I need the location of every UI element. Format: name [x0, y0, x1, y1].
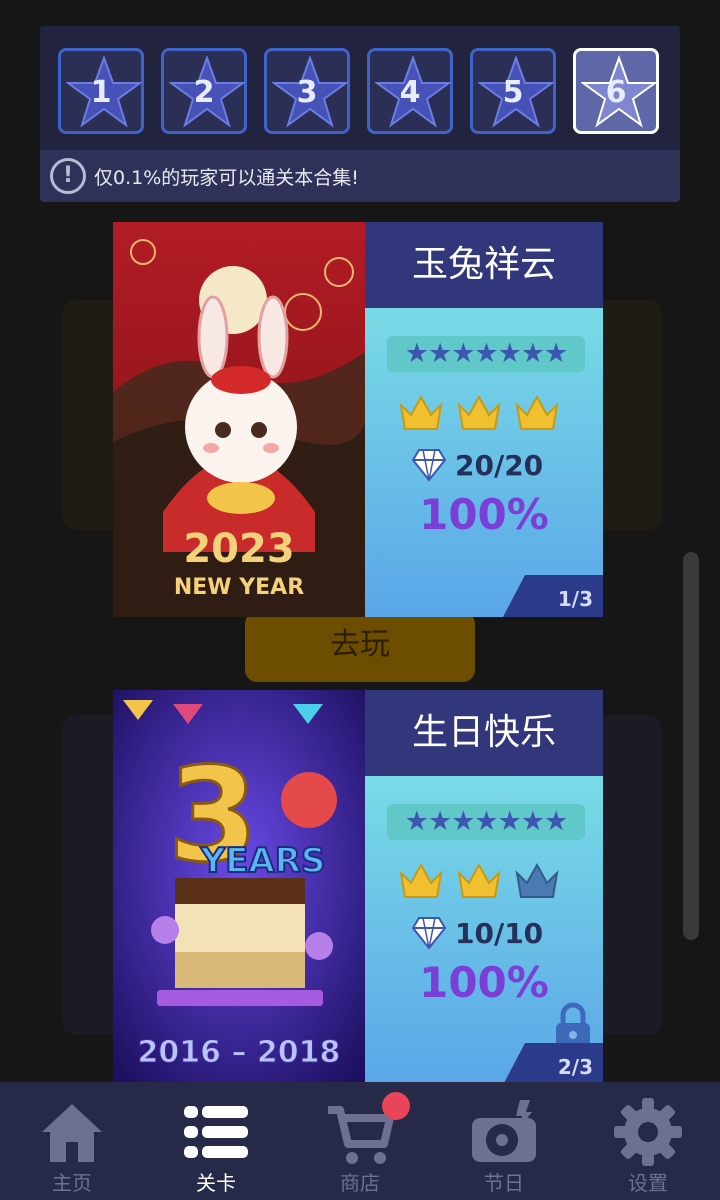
crown-row: [399, 861, 559, 901]
diamond-icon: [411, 449, 447, 482]
gem-count: 20/20: [455, 448, 544, 482]
background-play-button: 去玩: [245, 612, 475, 682]
level-info: 生日快乐 ★★★★★★★ 10/10 100% 2/3: [365, 690, 603, 1085]
nav-label: 关卡: [196, 1171, 236, 1195]
crown-icon: [399, 394, 443, 430]
art-year-text: 2023: [183, 526, 294, 572]
difficulty-stars: ★★★★★★★: [387, 804, 585, 840]
scrollbar[interactable]: [683, 552, 699, 940]
crown-icon: [515, 394, 559, 430]
notice-text: 仅0.1%的玩家可以通关本合集!: [94, 167, 359, 189]
art-caption-text: NEW YEAR: [174, 575, 304, 600]
crown-icon: [457, 394, 501, 430]
gem-row: 10/10: [411, 916, 543, 950]
pack-tab-1[interactable]: 1: [58, 48, 144, 134]
bottom-nav: 主页 关卡 商店 节日 设置: [0, 1082, 720, 1200]
nav-item-shop[interactable]: 商店: [288, 1082, 432, 1200]
pack-tab-2[interactable]: 2: [161, 48, 247, 134]
nav-item-festival[interactable]: 节日: [432, 1082, 576, 1200]
pack-tab-label: 3: [296, 75, 318, 110]
rabbit-new-year-artwork: 2023 NEW YEAR: [113, 222, 365, 617]
difficulty-stars: ★★★★★★★: [387, 336, 585, 372]
nav-label: 主页: [52, 1171, 92, 1195]
level-title: 生日快乐: [365, 690, 603, 776]
pack-tab-label: 4: [399, 75, 421, 110]
art-years-text: YEARS: [200, 841, 326, 881]
gear-icon: [614, 1098, 682, 1166]
crown-row: [399, 393, 559, 433]
pack-tab-label: 5: [502, 75, 524, 110]
list-icon: [184, 1106, 248, 1158]
exclamation-circle-icon: !: [50, 158, 86, 194]
nav-label: 节日: [484, 1171, 524, 1195]
record-player-icon: [472, 1100, 536, 1162]
pack-tab-6[interactable]: 6: [573, 48, 659, 134]
page-label: 1/3: [557, 587, 593, 611]
notice-bar: ! 仅0.1%的玩家可以通关本合集!: [40, 150, 680, 202]
nav-item-home[interactable]: 主页: [0, 1082, 144, 1200]
level-card[interactable]: 3 YEARS 2016 – 2018 生日快乐 ★★★★★★★ 10/10 1…: [113, 690, 603, 1085]
nav-item-settings[interactable]: 设置: [576, 1082, 720, 1200]
diamond-icon: [411, 917, 447, 950]
completion-percent: 100%: [419, 958, 549, 1007]
pack-selector-panel: 1 2 3 4 5 6 ! 仅0.1%的玩家可以通关本合集!: [40, 26, 680, 202]
notification-badge: [382, 1092, 410, 1120]
pack-tabs: 1 2 3 4 5 6: [58, 48, 659, 134]
nav-item-levels[interactable]: 关卡: [144, 1082, 288, 1200]
gem-row: 20/20: [411, 448, 543, 482]
art-range-text: 2016 – 2018: [138, 1035, 341, 1070]
completion-percent: 100%: [419, 490, 549, 539]
level-stats: ★★★★★★★ 10/10 100% 2/3: [365, 776, 603, 1085]
gem-count: 10/10: [455, 916, 544, 950]
crown-icon: [399, 862, 443, 898]
pack-tab-label: 6: [605, 75, 627, 110]
level-info: 玉兔祥云 ★★★★★★★ 20/20 100% 1/3: [365, 222, 603, 617]
page-indicator: 2/3: [503, 1043, 603, 1085]
home-icon: [42, 1104, 102, 1162]
nav-label: 设置: [628, 1171, 668, 1195]
crown-empty-icon: [515, 862, 559, 898]
pack-tab-label: 2: [193, 75, 215, 110]
level-artwork: 2023 NEW YEAR: [113, 222, 365, 617]
nav-label: 商店: [340, 1171, 380, 1195]
birthday-3-years-artwork: 3 YEARS 2016 – 2018: [113, 690, 365, 1085]
pack-tab-4[interactable]: 4: [367, 48, 453, 134]
level-stats: ★★★★★★★ 20/20 100% 1/3: [365, 308, 603, 617]
level-card[interactable]: 2023 NEW YEAR 玉兔祥云 ★★★★★★★ 20/20 100% 1/…: [113, 222, 603, 617]
page-indicator: 1/3: [503, 575, 603, 617]
level-artwork: 3 YEARS 2016 – 2018: [113, 690, 365, 1085]
level-title: 玉兔祥云: [365, 222, 603, 308]
pack-tab-label: 1: [90, 75, 112, 110]
pack-tab-5[interactable]: 5: [470, 48, 556, 134]
crown-icon: [457, 862, 501, 898]
page-label: 2/3: [557, 1055, 593, 1079]
pack-tab-3[interactable]: 3: [264, 48, 350, 134]
